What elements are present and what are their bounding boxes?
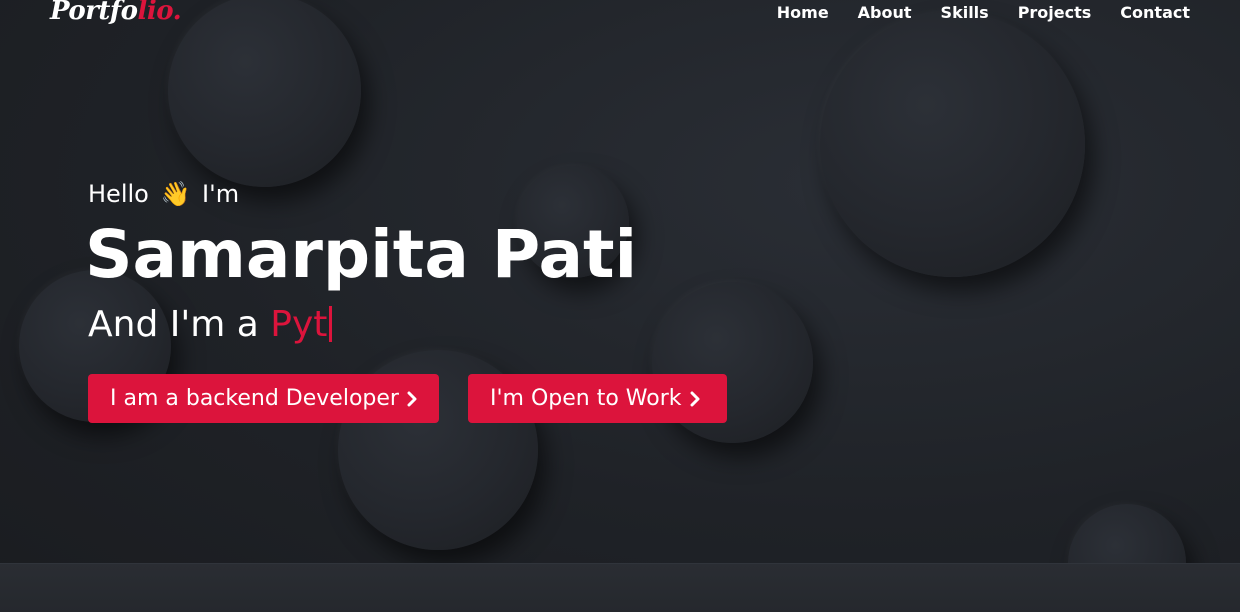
nav-link-projects[interactable]: Projects xyxy=(1018,3,1092,22)
greeting-hello: Hello xyxy=(88,180,149,208)
navbar: Portfolio. Home About Skills Projects Co… xyxy=(0,0,1240,30)
floor-ledge xyxy=(0,563,1240,612)
logo-main: Portfo xyxy=(50,0,138,26)
button-label: I'm Open to Work xyxy=(490,386,682,411)
nav-link-home[interactable]: Home xyxy=(777,3,829,22)
decorative-disc xyxy=(820,12,1085,277)
open-to-work-button[interactable]: I'm Open to Work xyxy=(468,374,727,423)
chevron-right-icon xyxy=(690,391,700,407)
nav-links: Home About Skills Projects Contact xyxy=(777,3,1190,22)
hero-section: Portfolio. Home About Skills Projects Co… xyxy=(0,0,1240,612)
backend-developer-button[interactable]: I am a backend Developer xyxy=(88,374,439,423)
typing-cursor xyxy=(329,306,333,342)
role-prefix: And I'm a xyxy=(88,304,259,345)
button-label: I am a backend Developer xyxy=(110,386,399,411)
greeting: Hello 👋 I'm xyxy=(88,180,239,208)
hero-name: Samarpita Pati xyxy=(85,216,638,293)
logo-accent: lio. xyxy=(137,0,182,26)
typed-role-text: Pyt xyxy=(270,304,328,345)
waving-hand-icon: 👋 xyxy=(160,180,191,208)
nav-link-contact[interactable]: Contact xyxy=(1120,3,1190,22)
greeting-im: I'm xyxy=(202,180,240,208)
logo[interactable]: Portfolio. xyxy=(50,0,182,26)
nav-link-skills[interactable]: Skills xyxy=(941,3,989,22)
typed-role-line: And I'm a Pyt xyxy=(88,304,333,345)
nav-link-about[interactable]: About xyxy=(858,3,912,22)
chevron-right-icon xyxy=(407,391,417,407)
